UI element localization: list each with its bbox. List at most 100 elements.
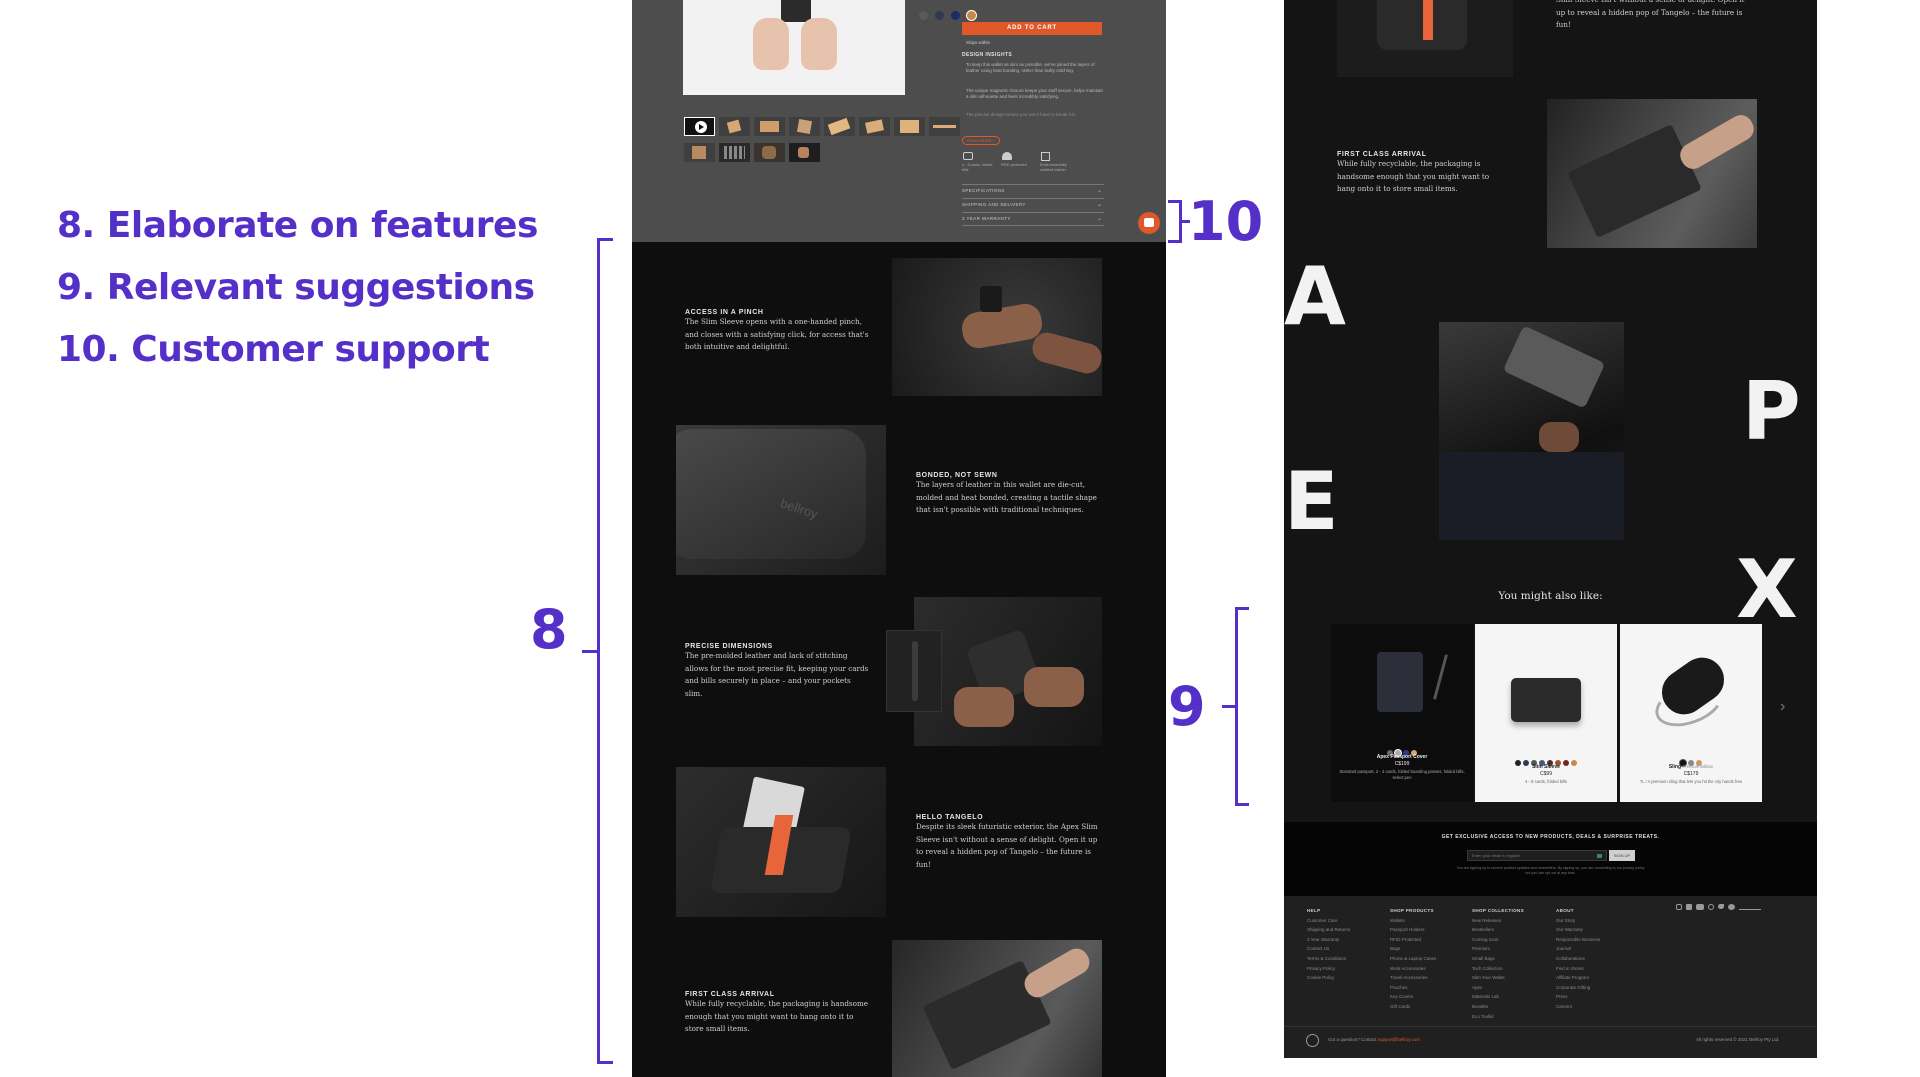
color-swatch[interactable] <box>919 11 928 20</box>
thumbnail-4[interactable] <box>789 117 820 136</box>
footer-link[interactable]: Work Accessories <box>1390 964 1436 974</box>
footer-link[interactable]: Pouches <box>1390 983 1436 993</box>
footer-link[interactable]: Travel Accessories <box>1390 973 1436 983</box>
feature-body: While fully recyclable, the packaging is… <box>685 999 869 1034</box>
footer-link[interactable]: Materials Lab <box>1472 992 1524 1002</box>
accordion-warranty[interactable]: 3 YEAR WARRANTY ⌄ <box>962 212 1104 226</box>
footer-link[interactable]: Bags <box>1390 944 1436 954</box>
tangelo-wallet-photo <box>676 767 886 917</box>
bracket-label-8: 8 <box>530 598 568 661</box>
thumbnail-video[interactable] <box>684 117 715 136</box>
footer-link[interactable]: Privacy Policy <box>1307 964 1350 974</box>
color-swatch[interactable] <box>951 11 961 20</box>
card-price: C$199 <box>1394 761 1410 767</box>
footer-link[interactable]: Premium <box>1472 944 1524 954</box>
product-image <box>1511 678 1581 722</box>
footer-link[interactable]: Terms & Conditions <box>1307 954 1350 964</box>
footer-col-shop-products: SHOP PRODUCTS Wallets Passport Holders R… <box>1390 906 1436 1012</box>
footer-link[interactable]: Our Story <box>1556 916 1600 926</box>
footer-link[interactable]: Key Covers <box>1390 992 1436 1002</box>
packaging-photo <box>892 940 1102 1077</box>
accordion-specifications[interactable]: SPECIFICATIONS ⌄ <box>962 184 1104 198</box>
carousel-next-arrow-icon[interactable]: › <box>1780 698 1785 716</box>
color-swatch-selected[interactable] <box>967 11 977 20</box>
pinterest-icon[interactable] <box>1708 904 1714 910</box>
legend-item-9: 9. Relevant suggestions <box>57 267 535 308</box>
accordion: SPECIFICATIONS ⌄ SHIPPING AND DELIVERY ⌄… <box>962 184 1104 226</box>
footer-link[interactable]: Eco Toolkit <box>1472 1012 1524 1022</box>
footer-link[interactable]: Contact Us <box>1307 944 1350 954</box>
thumbnail-7[interactable] <box>894 117 925 136</box>
newsletter-signup-button[interactable]: SIGN UP <box>1609 850 1635 861</box>
feature-title: FIRST CLASS ARRIVAL <box>1337 151 1427 158</box>
product-page-screenshot-2: Slim Sleeve isn't without a sense of del… <box>1284 0 1817 1058</box>
footer-link[interactable]: Tech Collection <box>1472 964 1524 974</box>
footer-link[interactable]: Journal <box>1556 944 1600 954</box>
footer-link[interactable]: 3 Year Warranty <box>1307 935 1350 945</box>
bracket-label-9: 9 <box>1168 675 1206 738</box>
footer-link[interactable]: Cookie Policy <box>1307 973 1350 983</box>
footer-link[interactable]: Find in Stores <box>1556 964 1600 974</box>
precise-dimensions-photo <box>914 597 1102 746</box>
product-video[interactable] <box>683 0 905 95</box>
footer-col-shop-collections: SHOP COLLECTIONS New Releases Bestseller… <box>1472 906 1524 1021</box>
footer-link[interactable]: Coming soon <box>1472 935 1524 945</box>
footer-link[interactable]: New Releases <box>1472 916 1524 926</box>
footer-link[interactable]: RFID Protected <box>1390 935 1436 945</box>
accordion-label: 3 YEAR WARRANTY <box>962 216 1011 221</box>
footer-link[interactable]: Responsible Business <box>1556 935 1600 945</box>
youtube-icon[interactable] <box>1696 904 1704 910</box>
thumbnail-5[interactable] <box>824 117 855 136</box>
footer-link[interactable]: Bundles <box>1472 1002 1524 1012</box>
card-desc: 7L / A premium sling that lets you hit t… <box>1639 779 1743 784</box>
footer-link[interactable]: Gift Cards <box>1390 1002 1436 1012</box>
facebook-icon[interactable] <box>1686 904 1692 910</box>
legend-item-10: 10. Customer support <box>57 329 490 370</box>
instagram-icon[interactable] <box>1676 904 1682 910</box>
footer-link[interactable]: Small Bags <box>1472 954 1524 964</box>
wallet-profile-inset <box>886 630 942 712</box>
footer-link[interactable]: Passport Holders <box>1390 925 1436 935</box>
newsletter-email-input[interactable]: Enter your email to register <box>1467 850 1607 861</box>
footer-link[interactable]: Phone & Laptop Cases <box>1390 954 1436 964</box>
wechat-icon[interactable] <box>1728 904 1735 910</box>
support-email-link[interactable]: support@bellroy.com <box>1378 1037 1420 1042</box>
chat-support-button[interactable] <box>1138 212 1160 234</box>
footer-link[interactable]: Customer Care <box>1307 916 1350 926</box>
footer-link[interactable]: Our Warranty <box>1556 925 1600 935</box>
card-price: C$99 <box>1540 771 1552 777</box>
product-card-sling[interactable]: Sling Premium Edition C$179 7L / A premi… <box>1620 624 1762 802</box>
color-swatch[interactable] <box>935 11 945 20</box>
add-to-cart-button[interactable]: ADD TO CART <box>962 22 1102 35</box>
feature-body: While fully recyclable, the packaging is… <box>1337 159 1490 194</box>
footer-link[interactable]: Corporate Gifting <box>1556 983 1600 993</box>
footer-link[interactable]: Careers <box>1556 1002 1600 1012</box>
footer-link[interactable]: Slim Your Wallet <box>1472 973 1524 983</box>
footer-link[interactable]: Wallets <box>1390 916 1436 926</box>
accordion-label: SPECIFICATIONS <box>962 188 1005 193</box>
feature-hello-tangelo: HELLO TANGELO Despite its sleek futurist… <box>916 814 1101 871</box>
product-card-slim-sleeve[interactable]: Slim Sleeve C$99 4 - 8 cards, folded bil… <box>1475 624 1617 802</box>
twitter-icon[interactable] <box>1718 904 1724 909</box>
tangelo-text-continued: Slim Sleeve isn't without a sense of del… <box>1556 0 1744 30</box>
footer-link[interactable]: Apex <box>1472 983 1524 993</box>
footer-link[interactable]: Collaborations <box>1556 954 1600 964</box>
footer-link[interactable]: Affiliate Program <box>1556 973 1600 983</box>
thumbnail-9[interactable] <box>684 143 715 162</box>
thumbnail-11[interactable] <box>754 143 785 162</box>
footer-link[interactable]: Shipping and Returns <box>1307 925 1350 935</box>
feature-body: The layers of leather in this wallet are… <box>916 480 1097 515</box>
feature-leather: Environmentally certified leather <box>1040 163 1068 172</box>
read-more-button[interactable]: READ MORE + <box>962 136 1000 145</box>
accordion-shipping[interactable]: SHIPPING AND DELIVERY ⌄ <box>962 198 1104 212</box>
thumbnail-10[interactable] <box>719 143 750 162</box>
thumbnail-3[interactable] <box>754 117 785 136</box>
feature-bonded-not-sewn: BONDED, NOT SEWN The layers of leather i… <box>916 472 1101 517</box>
thumbnail-8[interactable] <box>929 117 960 136</box>
thumbnail-2[interactable] <box>719 117 750 136</box>
product-card-passport-cover[interactable]: Apex Passport Cover C$199 Standard passp… <box>1331 624 1473 802</box>
thumbnail-12[interactable] <box>789 143 820 162</box>
thumbnail-6[interactable] <box>859 117 890 136</box>
footer-link[interactable]: Press <box>1556 992 1600 1002</box>
footer-link[interactable]: Bestsellers <box>1472 925 1524 935</box>
